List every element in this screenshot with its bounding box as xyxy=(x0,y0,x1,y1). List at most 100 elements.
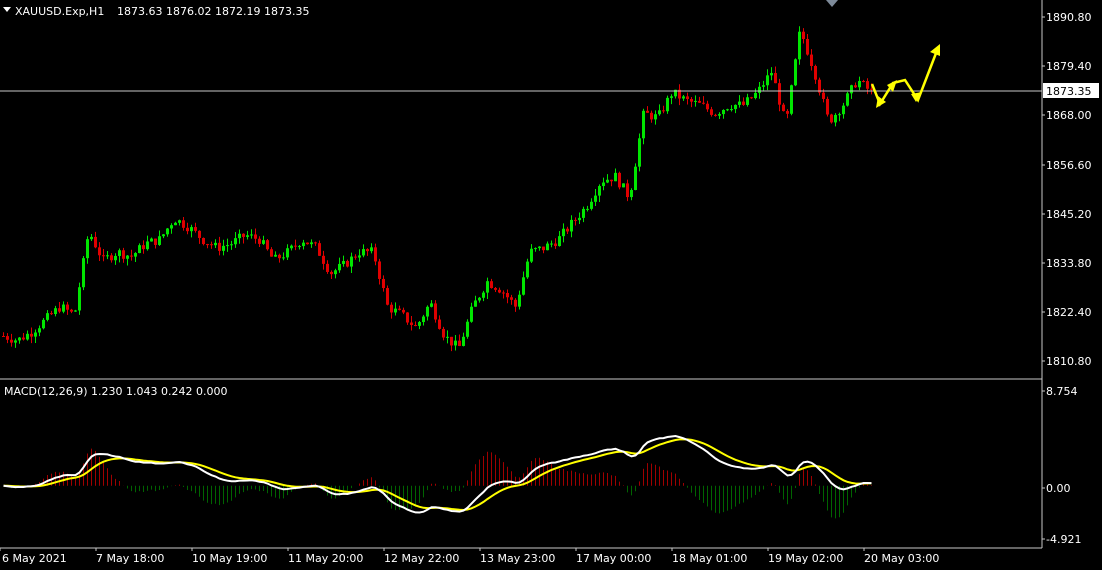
candle-body xyxy=(262,240,265,244)
candle-body xyxy=(594,195,597,202)
candle-body xyxy=(350,256,353,267)
candle-body xyxy=(142,245,145,250)
candle-body xyxy=(94,236,97,248)
price-tick-label: 1856.60 xyxy=(1046,159,1092,172)
candle-body xyxy=(470,306,473,322)
candle-body xyxy=(650,112,653,120)
candle-body xyxy=(490,281,493,289)
candle-body xyxy=(658,110,661,115)
candle-body xyxy=(502,292,505,294)
candle-body xyxy=(246,235,249,237)
time-tick-label: 11 May 20:00 xyxy=(288,552,363,565)
candle-body xyxy=(18,337,21,341)
candle-body xyxy=(154,238,157,245)
time-tick-label: 10 May 19:00 xyxy=(192,552,267,565)
candle-body xyxy=(614,172,617,182)
candle-body xyxy=(362,249,365,256)
candle-body xyxy=(10,339,13,343)
price-tick-label: 1868.00 xyxy=(1046,109,1092,122)
candle-body xyxy=(858,80,861,88)
candle-body xyxy=(158,236,161,245)
candle-body xyxy=(710,109,713,115)
candle-body xyxy=(666,97,669,112)
candle-body xyxy=(46,313,49,320)
candle-body xyxy=(126,255,129,259)
candle-body xyxy=(802,31,805,39)
candle-body xyxy=(442,328,445,338)
candle-body xyxy=(762,85,765,87)
candle-body xyxy=(642,110,645,139)
candle-body xyxy=(758,86,761,93)
candle-body xyxy=(82,258,85,288)
candle-body xyxy=(174,222,177,226)
candle-body xyxy=(346,260,349,267)
macd-indicator-label[interactable]: MACD(12,26,9) 1.230 1.043 0.242 0.000 xyxy=(4,385,228,398)
candle-body xyxy=(830,114,833,123)
candle-body xyxy=(34,332,37,337)
candle-body xyxy=(814,65,817,80)
candle-body xyxy=(538,246,541,249)
candle-body xyxy=(370,247,373,252)
candle-body xyxy=(218,242,221,251)
candle-body xyxy=(586,208,589,210)
candle-body xyxy=(866,81,869,89)
candle-body xyxy=(110,255,113,261)
candle-body xyxy=(366,249,369,252)
candle-body xyxy=(790,85,793,114)
candle-body xyxy=(798,31,801,60)
candle-body xyxy=(530,248,533,262)
candle-body xyxy=(542,246,545,251)
time-tick-label: 6 May 2021 xyxy=(2,552,67,565)
candle-body xyxy=(518,294,521,307)
candle-body xyxy=(278,254,281,259)
candle-body xyxy=(70,309,73,312)
candle-body xyxy=(438,319,441,329)
candle-body xyxy=(374,247,377,262)
candle-body xyxy=(190,227,193,232)
candle-body xyxy=(398,308,401,310)
candle-body xyxy=(230,244,233,246)
candle-body xyxy=(562,228,565,237)
candle-body xyxy=(54,308,57,315)
candle-body xyxy=(234,238,237,245)
candle-body xyxy=(782,104,785,112)
candle-body xyxy=(514,299,517,307)
candle-body xyxy=(162,234,165,237)
candle-body xyxy=(310,242,313,245)
ohlc-values: 1873.63 1876.02 1872.19 1873.35 xyxy=(117,5,309,18)
candle-body xyxy=(78,287,81,311)
candle-body xyxy=(394,308,397,313)
candle-body xyxy=(178,220,181,223)
candle-body xyxy=(774,73,777,84)
candle-body xyxy=(14,340,17,343)
symbol-label[interactable]: XAUUSD.Exp,H1 xyxy=(15,5,104,18)
candle-body xyxy=(850,85,853,94)
candle-body xyxy=(354,256,357,258)
candle-body xyxy=(698,100,701,103)
candle-body xyxy=(378,261,381,279)
candle-body xyxy=(550,243,553,245)
candle-body xyxy=(602,182,605,187)
candle-body xyxy=(122,250,125,259)
trading-chart[interactable]: XAUUSD.Exp,H1 1873.63 1876.02 1872.19 18… xyxy=(0,0,1102,570)
candle-body xyxy=(322,255,325,264)
candle-body xyxy=(566,228,569,232)
candle-body xyxy=(250,234,253,236)
candle-body xyxy=(166,228,169,235)
candle-body xyxy=(430,303,433,307)
candle-body xyxy=(150,238,153,242)
candle-body xyxy=(226,245,229,247)
candle-body xyxy=(522,277,525,295)
candle-body xyxy=(390,304,393,313)
candle-body xyxy=(458,340,461,346)
candle-body xyxy=(330,271,333,275)
candle-body xyxy=(138,245,141,254)
candle-body xyxy=(450,336,453,346)
candle-body xyxy=(622,183,625,188)
price-tick-label: 1822.40 xyxy=(1046,306,1092,319)
candle-body xyxy=(118,250,121,256)
price-tick-label: 1833.80 xyxy=(1046,257,1092,270)
candle-body xyxy=(654,114,657,120)
candle-body xyxy=(862,80,865,82)
candle-body xyxy=(670,96,673,98)
